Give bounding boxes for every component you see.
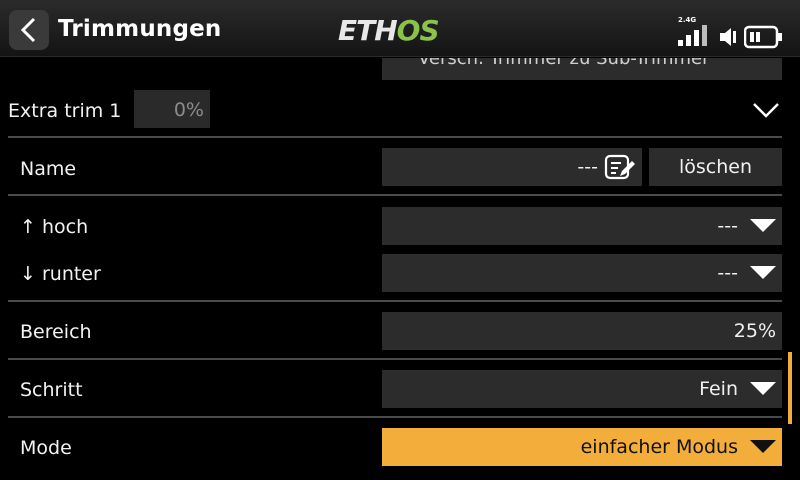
divider [8, 300, 782, 302]
down-label: ↓ runter [20, 263, 101, 285]
dropdown-arrow-icon [750, 382, 776, 395]
delete-button[interactable]: löschen [649, 148, 782, 186]
up-label: ↑ hoch [20, 216, 89, 238]
down-switch-dropdown[interactable]: --- [382, 254, 782, 292]
name-field[interactable]: --- [382, 148, 642, 186]
range-label: Bereich [20, 321, 92, 343]
edit-icon[interactable] [604, 154, 636, 182]
section-label: Extra trim 1 [8, 100, 122, 122]
speaker-icon [720, 28, 736, 46]
mode-label: Mode [20, 437, 72, 459]
up-switch-dropdown[interactable]: --- [382, 207, 782, 245]
range-field[interactable]: 25% [382, 312, 782, 350]
top-bar: Trimmungen ETHOS 2.4G [0, 0, 800, 57]
step-label: Schritt [20, 379, 83, 401]
back-button[interactable] [9, 10, 49, 50]
band-label: 2.4G [678, 16, 697, 24]
dropdown-arrow-icon [750, 266, 776, 279]
scrollbar[interactable] [788, 352, 792, 424]
dropdown-arrow-icon [750, 219, 776, 232]
dropdown-arrow-icon [750, 440, 776, 453]
name-label: Name [20, 158, 77, 180]
battery-icon [744, 25, 782, 49]
chevron-left-icon [20, 17, 36, 43]
divider [8, 358, 782, 360]
divider [8, 136, 782, 138]
trim-value-display: 0% [134, 90, 210, 128]
ethos-logo: ETHOS [338, 14, 440, 47]
step-dropdown[interactable]: Fein [382, 370, 782, 408]
signal-bars-icon [678, 25, 714, 46]
divider [8, 194, 782, 196]
divider [8, 416, 782, 418]
previous-row-field[interactable]: Versch. Trimmer zu Sub-Trimmer [382, 58, 782, 80]
mode-dropdown[interactable]: einfacher Modus [382, 428, 782, 466]
page-title: Trimmungen [58, 16, 222, 42]
chevron-down-icon[interactable] [752, 100, 780, 120]
